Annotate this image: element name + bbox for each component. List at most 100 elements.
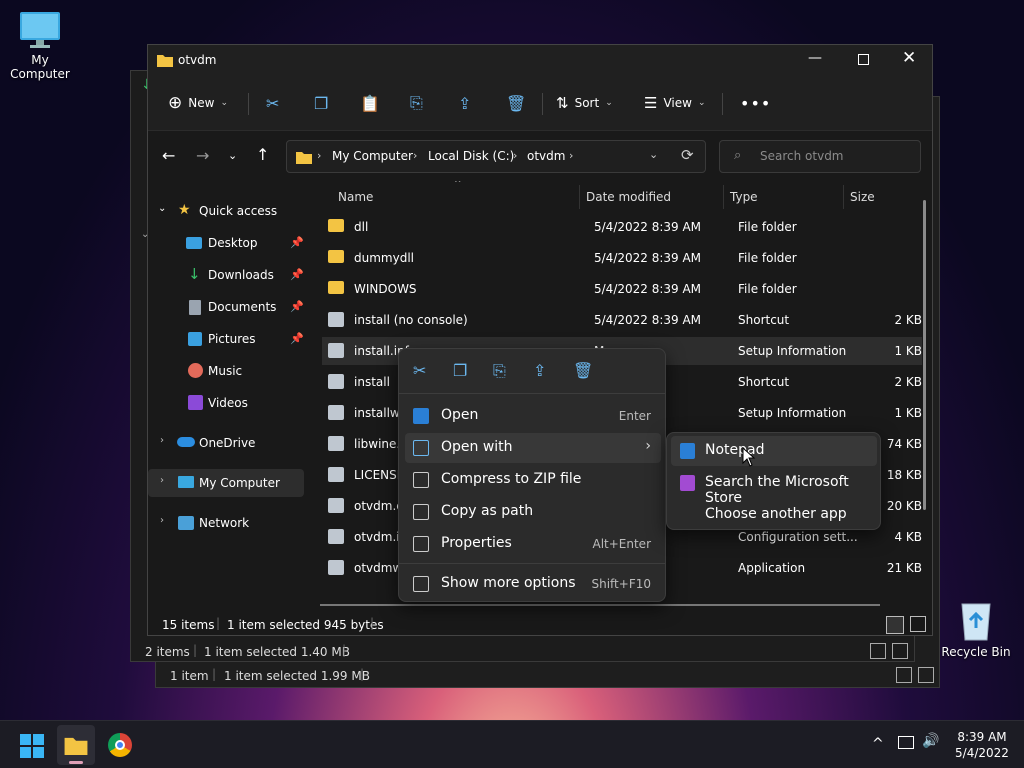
submenu-choose-another-app[interactable]: Choose another app <box>671 500 877 530</box>
search-icon: ⌕ <box>734 148 742 163</box>
desktop-icon-recycle-bin[interactable]: Recycle Bin <box>936 598 1016 659</box>
horizontal-scrollbar[interactable] <box>320 604 880 606</box>
more-options-button[interactable]: ••• <box>740 89 771 117</box>
nav-network[interactable]: › Network <box>148 509 304 537</box>
nav-onedrive[interactable]: › OneDrive <box>148 429 304 457</box>
cell-type: File folder <box>738 251 797 265</box>
nav-pictures[interactable]: Pictures 📌 <box>148 325 304 353</box>
column-size[interactable]: Size <box>850 190 875 204</box>
menu-open-with[interactable]: Open with › <box>405 433 661 463</box>
nav-videos[interactable]: Videos <box>148 389 304 417</box>
table-row[interactable]: install (no console) 5/4/2022 8:39 AM Shor… <box>322 306 922 334</box>
share-icon[interactable]: ⇪ <box>533 361 546 380</box>
cell-date: 5/4/2022 8:39 AM <box>594 220 702 234</box>
cell-size: 2 KB <box>894 313 922 327</box>
folder-icon <box>328 219 344 232</box>
column-type[interactable]: Type <box>730 190 758 204</box>
refresh-button[interactable]: ⟳ <box>681 146 694 164</box>
title-bar[interactable]: otvdm — ✕ <box>148 45 932 75</box>
table-row[interactable]: dummydll 5/4/2022 8:39 AM File folder <box>322 244 922 272</box>
nav-quick-access[interactable]: ⌄ ★ Quick access <box>148 197 304 225</box>
details-view-toggle[interactable] <box>870 643 886 659</box>
status-selected: 1 item selected 1.99 MB <box>224 669 370 683</box>
up-button[interactable]: ↑ <box>256 145 269 164</box>
submenu-notepad[interactable]: Notepad <box>671 436 877 466</box>
minimize-button[interactable]: — <box>808 50 822 66</box>
taskbar-file-explorer[interactable] <box>57 725 95 765</box>
address-history-button[interactable]: ⌄ <box>649 148 658 161</box>
sort-button[interactable]: ⇅ Sort ⌄ <box>556 89 613 117</box>
trash-icon[interactable]: 🗑 <box>573 361 593 380</box>
nav-music[interactable]: Music <box>148 357 304 385</box>
close-button[interactable]: ✕ <box>902 48 916 68</box>
copy-icon[interactable]: ❐ <box>453 361 467 380</box>
cell-type: Setup Information <box>738 344 847 358</box>
taskbar-chrome[interactable] <box>108 733 132 757</box>
volume-icon[interactable]: 🔊 <box>922 733 939 749</box>
clock[interactable]: 8:39 AM 5/4/2022 <box>950 729 1014 761</box>
forward-button[interactable]: → <box>196 146 209 165</box>
paste-button[interactable]: 📋 <box>360 89 380 117</box>
desktop-icon-my-computer[interactable]: My Computer <box>0 10 80 81</box>
recent-locations-button[interactable]: ⌄ <box>228 149 237 162</box>
breadcrumb-otvdm[interactable]: otvdm <box>527 149 565 163</box>
address-bar[interactable]: › My Computer › Local Disk (C:) › otvdm … <box>286 140 706 173</box>
rename-icon[interactable]: ⎘ <box>493 361 506 381</box>
nav-desktop[interactable]: Desktop 📌 <box>148 229 304 257</box>
properties-icon <box>413 536 429 552</box>
nav-downloads[interactable]: ↓ Downloads 📌 <box>148 261 304 289</box>
menu-show-more-options[interactable]: Show more options Shift+F10 <box>405 569 661 599</box>
submenu-microsoft-store[interactable]: Search the Microsoft Store <box>671 468 877 506</box>
tiles-view-toggle[interactable] <box>910 616 926 632</box>
desktop-icon-label: My Computer <box>10 53 70 81</box>
menu-copy-as-path[interactable]: Copy as path <box>405 497 661 527</box>
folder-icon <box>157 55 173 67</box>
start-button[interactable] <box>20 734 44 758</box>
table-row[interactable]: dll 5/4/2022 8:39 AM File folder <box>322 213 922 241</box>
music-icon <box>188 363 203 378</box>
network-status-icon[interactable] <box>898 736 914 749</box>
search-input[interactable]: Search otvdm <box>760 149 844 163</box>
cloud-icon <box>177 437 195 447</box>
breadcrumb-local-disk[interactable]: Local Disk (C:) <box>428 149 514 163</box>
rename-button[interactable]: ⎘ <box>410 89 423 117</box>
tiles-view-toggle[interactable] <box>918 667 934 683</box>
tiles-view-toggle[interactable] <box>892 643 908 659</box>
clock-time: 8:39 AM <box>957 730 1007 744</box>
new-button[interactable]: ⊕ New ⌄ <box>168 89 228 117</box>
details-view-toggle[interactable] <box>886 616 904 634</box>
nav-documents[interactable]: Documents 📌 <box>148 293 304 321</box>
pin-icon: 📌 <box>290 300 304 313</box>
zip-icon <box>413 472 429 488</box>
scrollbar[interactable] <box>923 200 926 510</box>
cell-date: 5/4/2022 8:39 AM <box>594 282 702 296</box>
copy-button[interactable]: ❐ <box>314 89 328 117</box>
cut-icon[interactable]: ✂ <box>413 361 426 380</box>
folder-icon <box>64 737 88 755</box>
menu-label: Compress to ZIP file <box>441 471 582 487</box>
delete-button[interactable]: 🗑 <box>506 89 526 117</box>
nav-label: Music <box>208 364 243 378</box>
nav-label: Videos <box>208 396 248 410</box>
nav-label: My Computer <box>199 476 280 490</box>
cut-button[interactable]: ✂ <box>266 89 279 117</box>
status-item-count: 1 item <box>170 669 209 683</box>
star-icon: ★ <box>178 202 191 218</box>
show-hidden-icons-button[interactable]: ^ <box>872 736 884 752</box>
column-name[interactable]: Name <box>338 190 373 204</box>
details-view-toggle[interactable] <box>896 667 912 683</box>
maximize-button[interactable] <box>858 54 869 65</box>
menu-open[interactable]: Open Enter <box>405 401 661 431</box>
menu-compress-zip[interactable]: Compress to ZIP file <box>405 465 661 495</box>
table-row[interactable]: WINDOWS 5/4/2022 8:39 AM File folder <box>322 275 922 303</box>
view-button[interactable]: ☰ View ⌄ <box>644 89 705 117</box>
back-button[interactable]: ← <box>162 146 175 165</box>
file-icon <box>328 560 344 575</box>
breadcrumb-my-computer[interactable]: My Computer <box>332 149 413 163</box>
nav-my-computer[interactable]: › My Computer <box>148 469 304 497</box>
search-box[interactable]: ⌕ Search otvdm <box>719 140 921 173</box>
column-date-modified[interactable]: Date modified <box>586 190 671 204</box>
share-button[interactable]: ⇪ <box>458 89 471 117</box>
file-icon <box>328 436 344 451</box>
menu-properties[interactable]: Properties Alt+Enter <box>405 529 661 559</box>
